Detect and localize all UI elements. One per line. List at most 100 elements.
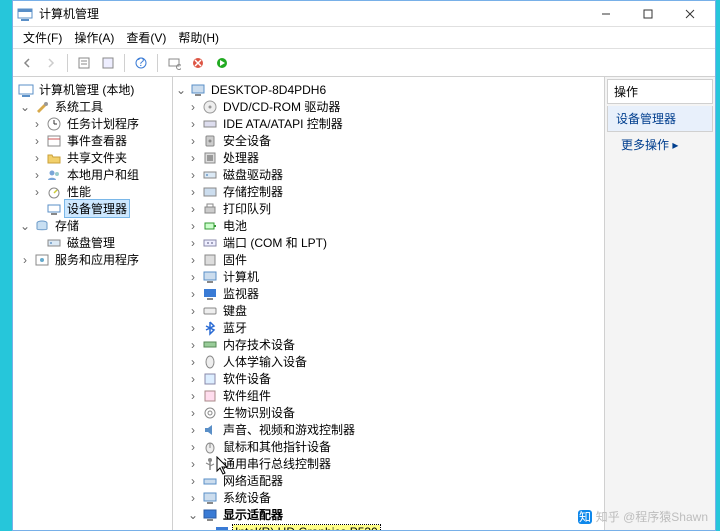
caret-down-icon[interactable]: ⌄	[187, 509, 199, 521]
tree-node-disk-management[interactable]: 磁盘管理	[13, 234, 172, 251]
menu-view[interactable]: 查看(V)	[120, 27, 172, 48]
caret-down-icon[interactable]: ⌄	[19, 220, 31, 232]
caret-right-icon[interactable]: ›	[187, 373, 199, 385]
mouse-icon	[202, 439, 218, 455]
device-category-bluetooth[interactable]: ›蓝牙	[173, 319, 604, 336]
caret-right-icon[interactable]: ›	[187, 220, 199, 232]
device-category-dvd[interactable]: ›DVD/CD-ROM 驱动器	[173, 98, 604, 115]
caret-right-icon[interactable]: ›	[187, 152, 199, 164]
scan-button[interactable]	[164, 53, 184, 73]
minimize-button[interactable]	[585, 1, 627, 27]
caret-right-icon[interactable]: ›	[187, 254, 199, 266]
tree-node-system-tools[interactable]: ⌄系统工具	[13, 98, 172, 115]
help-button[interactable]: ?	[131, 53, 151, 73]
menubar: 文件(F) 操作(A) 查看(V) 帮助(H)	[13, 27, 715, 49]
back-button[interactable]	[17, 53, 37, 73]
tree-node-services[interactable]: ›服务和应用程序	[13, 251, 172, 268]
device-category-usb[interactable]: ›通用串行总线控制器	[173, 455, 604, 472]
device-category-monitors[interactable]: ›监视器	[173, 285, 604, 302]
forward-button[interactable]	[41, 53, 61, 73]
tree-node-storage[interactable]: ⌄存储	[13, 217, 172, 234]
caret-right-icon[interactable]: ›	[187, 424, 199, 436]
device-category-ide[interactable]: ›IDE ATA/ATAPI 控制器	[173, 115, 604, 132]
caret-right-icon[interactable]: ›	[31, 169, 43, 181]
caret-right-icon[interactable]: ›	[187, 322, 199, 334]
tree-node-device-manager[interactable]: 设备管理器	[13, 200, 172, 217]
caret-right-icon[interactable]: ›	[187, 101, 199, 113]
caret-right-icon[interactable]: ›	[187, 492, 199, 504]
users-icon	[46, 167, 62, 183]
menu-file[interactable]: 文件(F)	[17, 27, 68, 48]
caret-right-icon[interactable]: ›	[187, 356, 199, 368]
device-category-sw_devices[interactable]: ›软件设备	[173, 370, 604, 387]
device-category-sw_components[interactable]: ›软件组件	[173, 387, 604, 404]
device-category-disk_drives[interactable]: ›磁盘驱动器	[173, 166, 604, 183]
caret-right-icon[interactable]: ›	[31, 135, 43, 147]
menu-action[interactable]: 操作(A)	[68, 27, 120, 48]
device-category-system_devices[interactable]: ›系统设备	[173, 489, 604, 506]
caret-right-icon[interactable]: ›	[187, 339, 199, 351]
device-category-cpu[interactable]: ›处理器	[173, 149, 604, 166]
caret-right-icon[interactable]: ›	[187, 475, 199, 487]
caret-right-icon[interactable]: ›	[187, 169, 199, 181]
caret-right-icon[interactable]: ›	[187, 305, 199, 317]
caret-right-icon[interactable]: ›	[187, 390, 199, 402]
tree-node-local-users[interactable]: ›本地用户和组	[13, 166, 172, 183]
memory-icon	[202, 337, 218, 353]
close-button[interactable]	[669, 1, 711, 27]
device-category-computer[interactable]: ›计算机	[173, 268, 604, 285]
device-category-hid[interactable]: ›人体学输入设备	[173, 353, 604, 370]
device-gpu-intel[interactable]: Intel(R) HD Graphics P530	[173, 523, 604, 530]
sound-icon	[202, 422, 218, 438]
caret-right-icon[interactable]: ›	[19, 254, 31, 266]
caret-down-icon[interactable]: ⌄	[19, 101, 31, 113]
toolbar-icon[interactable]	[98, 53, 118, 73]
device-category-network[interactable]: ›网络适配器	[173, 472, 604, 489]
caret-right-icon[interactable]: ›	[187, 288, 199, 300]
tree-node-event-viewer[interactable]: ›事件查看器	[13, 132, 172, 149]
security-icon	[202, 133, 218, 149]
device-category-printers[interactable]: ›打印队列	[173, 200, 604, 217]
device-category-biometric[interactable]: ›生物识别设备	[173, 404, 604, 421]
caret-right-icon[interactable]: ›	[31, 118, 43, 130]
device-category-security[interactable]: ›安全设备	[173, 132, 604, 149]
device-category-storage_ctrl[interactable]: ›存储控制器	[173, 183, 604, 200]
tree-node-root[interactable]: 计算机管理 (本地)	[13, 81, 172, 98]
device-category-keyboards[interactable]: ›键盘	[173, 302, 604, 319]
device-display-adapters[interactable]: ⌄显示适配器	[173, 506, 604, 523]
device-category-sound[interactable]: ›声音、视频和游戏控制器	[173, 421, 604, 438]
caret-right-icon[interactable]: ›	[31, 186, 43, 198]
uninstall-button[interactable]	[188, 53, 208, 73]
storage-icon	[34, 218, 50, 234]
device-category-firmware[interactable]: ›固件	[173, 251, 604, 268]
caret-down-icon[interactable]: ⌄	[175, 84, 187, 96]
caret-right-icon[interactable]: ›	[187, 458, 199, 470]
caret-right-icon[interactable]: ›	[187, 271, 199, 283]
maximize-button[interactable]	[627, 1, 669, 27]
caret-right-icon[interactable]: ›	[187, 186, 199, 198]
tree-node-performance[interactable]: ›性能	[13, 183, 172, 200]
device-category-memory[interactable]: ›内存技术设备	[173, 336, 604, 353]
caret-right-icon[interactable]: ›	[187, 203, 199, 215]
device-category-mouse[interactable]: ›鼠标和其他指针设备	[173, 438, 604, 455]
caret-right-icon[interactable]: ›	[187, 135, 199, 147]
device-category-battery[interactable]: ›电池	[173, 217, 604, 234]
caret-right-icon[interactable]: ›	[187, 441, 199, 453]
tree-node-shared-folders[interactable]: ›共享文件夹	[13, 149, 172, 166]
hid-icon	[202, 354, 218, 370]
titlebar[interactable]: 计算机管理	[13, 1, 715, 27]
caret-right-icon[interactable]: ›	[187, 407, 199, 419]
caret-right-icon[interactable]: ›	[31, 152, 43, 164]
tree-node-task-scheduler[interactable]: ›任务计划程序	[13, 115, 172, 132]
actions-more[interactable]: 更多操作 ▸	[605, 132, 715, 157]
caret-right-icon[interactable]: ›	[187, 237, 199, 249]
device-tree[interactable]: ⌄DESKTOP-8D4PDH6 ›DVD/CD-ROM 驱动器›IDE ATA…	[173, 77, 605, 530]
caret-right-icon[interactable]: ›	[187, 118, 199, 130]
menu-help[interactable]: 帮助(H)	[172, 27, 225, 48]
device-category-ports[interactable]: ›端口 (COM 和 LPT)	[173, 234, 604, 251]
navigation-tree[interactable]: 计算机管理 (本地) ⌄系统工具 ›任务计划程序 ›事件查看器 ›共享文件夹 ›…	[13, 77, 173, 530]
properties-button[interactable]	[74, 53, 94, 73]
performance-icon	[46, 184, 62, 200]
device-root[interactable]: ⌄DESKTOP-8D4PDH6	[173, 81, 604, 98]
enable-button[interactable]	[212, 53, 232, 73]
